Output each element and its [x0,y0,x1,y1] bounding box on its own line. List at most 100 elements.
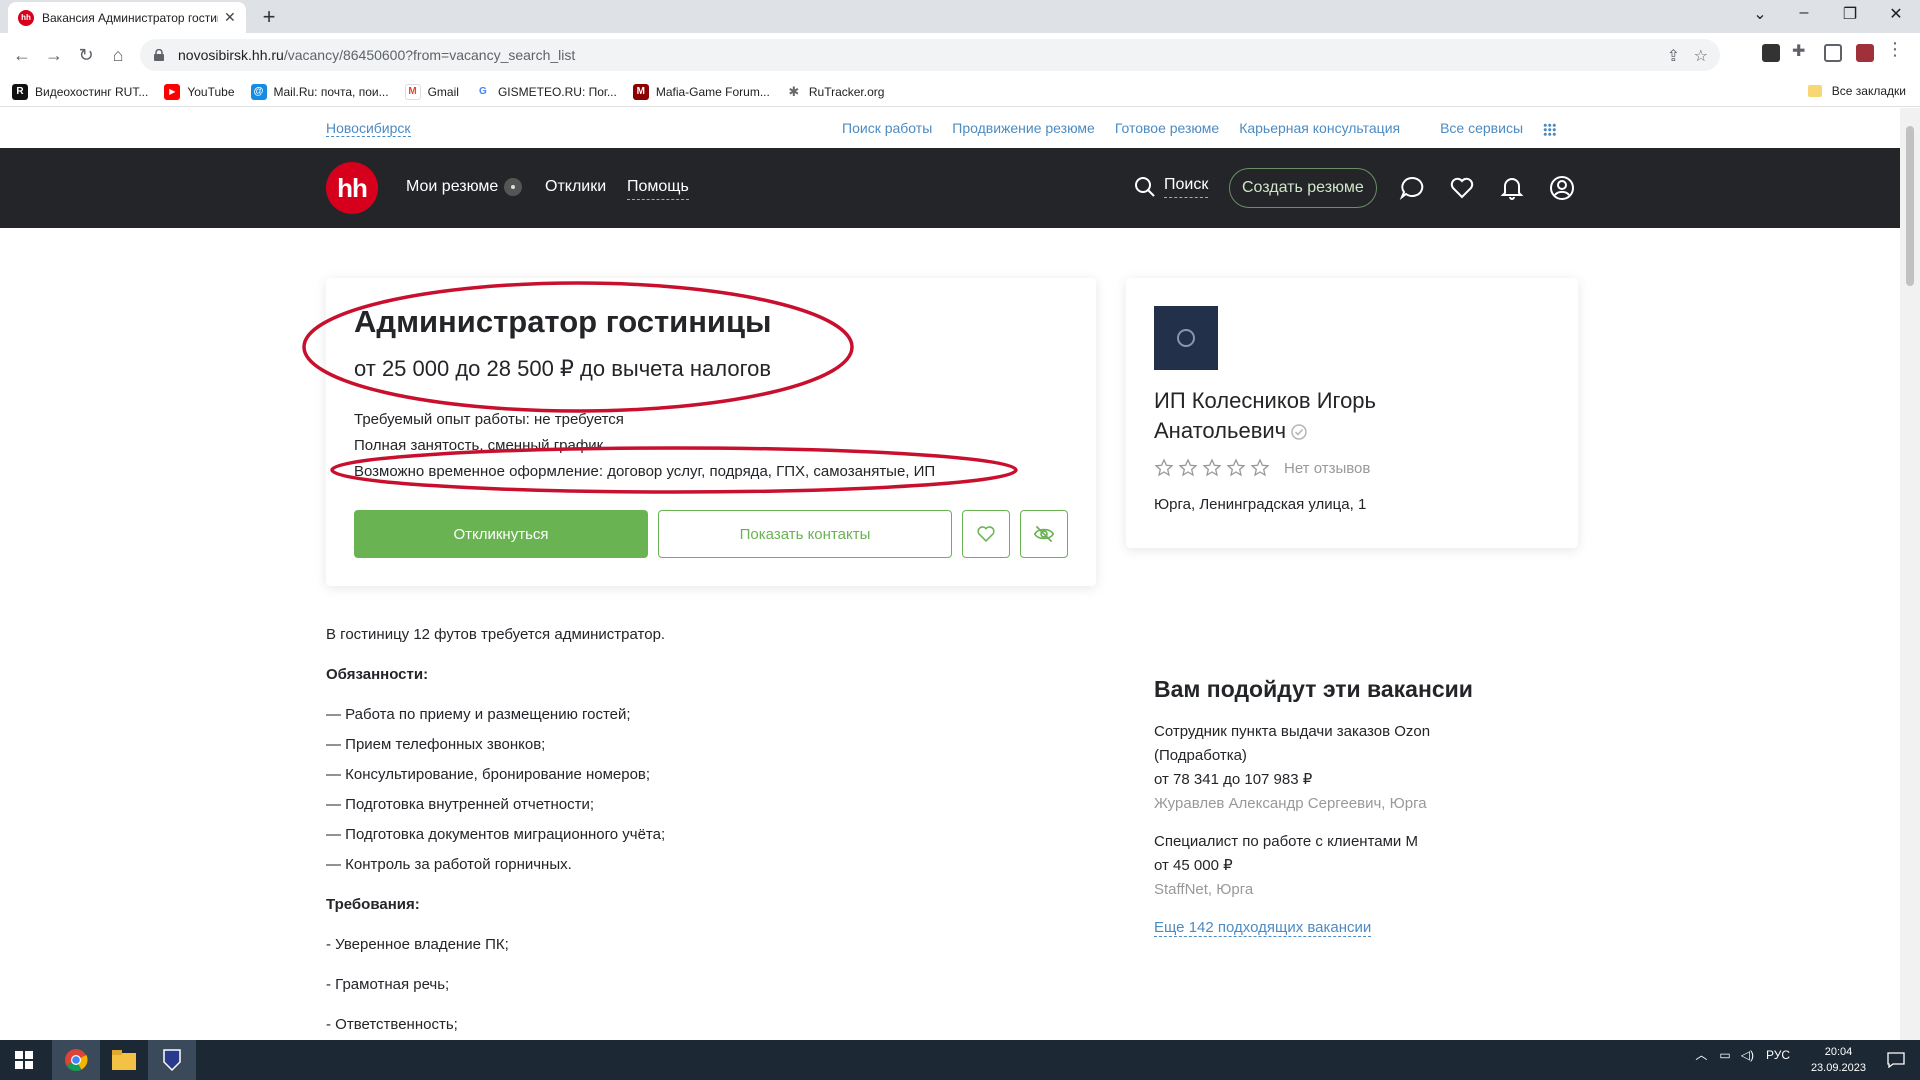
similar-vacancy-title-cont[interactable]: (Подработка) [1154,744,1247,768]
home-icon[interactable]: ⌂ [106,43,130,67]
tab-search-icon[interactable]: ⌄ [1740,4,1780,24]
bookmark-gismeteo[interactable]: G GISMETEO.RU: Пог... [474,83,617,100]
show-contacts-button[interactable]: Показать контакты [658,510,952,558]
extension-icon[interactable] [1762,44,1780,62]
city-selector[interactable]: Новосибирск [326,120,411,137]
similar-vacancy-company: Журавлев Александр Сергеевич, Юрга [1154,795,1427,812]
forward-icon[interactable]: → [42,43,66,67]
network-icon[interactable]: ▭ [1719,1048,1730,1062]
rutube-icon: R [12,83,28,100]
employer-logo[interactable] [1154,306,1218,370]
star-icon [1250,458,1270,477]
services-links: Поиск работы Продвижение резюме Готовое … [822,120,1556,136]
heart-icon[interactable] [1449,175,1475,201]
similar-vacancy-title[interactable]: Специалист по работе с клиентами М [1154,830,1418,854]
similar-vacancy-title[interactable]: Сотрудник пункта выдачи заказов Ozon [1154,720,1430,744]
rutracker-icon: ✱ [785,83,802,100]
vacancy-card: Администратор гостиницы от 25 000 до 28 … [326,278,1096,586]
profile-avatar[interactable] [1856,44,1874,62]
nav-responses[interactable]: Отклики [545,178,606,196]
search-icon [1135,177,1155,197]
favorite-button[interactable] [962,510,1010,558]
rating-stars: Нет отзывов [1154,458,1370,478]
eye-off-icon [1033,525,1055,543]
tab-title: Вакансия Администратор гостини [42,10,218,25]
employer-name[interactable]: ИП Колесников Игорь Анатольевич [1154,386,1544,446]
similar-title: Вам подойдут эти вакансии [1154,676,1473,702]
chat-icon[interactable] [1399,175,1425,201]
close-icon[interactable]: ✕ [224,9,236,26]
description-intro: В гостиницу 12 футов требуется администр… [326,626,666,643]
nav-help[interactable]: Помощь [627,178,689,200]
link-resume-promotion[interactable]: Продвижение резюме [952,120,1095,136]
all-bookmarks[interactable]: Все закладки [1807,84,1906,98]
duty-item: — Консультирование, бронирование номеров… [326,766,651,783]
link-job-search[interactable]: Поиск работы [842,120,932,136]
url-host: novosibirsk.hh.ru [178,47,284,63]
bell-icon[interactable] [1499,175,1525,201]
grid-icon [1543,122,1556,136]
vacancy-title: Администратор гостиницы [354,304,772,339]
bookmark-mailru[interactable]: @ Mail.Ru: почта, пои... [250,83,389,100]
clock[interactable]: 20:04 23.09.2023 [1811,1044,1866,1076]
address-bar[interactable]: novosibirsk.hh.ru/vacancy/86450600?from=… [140,39,1720,71]
clock-date: 23.09.2023 [1810,1062,1866,1074]
reload-icon[interactable]: ↻ [74,43,98,67]
link-ready-resume[interactable]: Готовое резюме [1115,120,1219,136]
vacancy-temporary: Возможно временное оформление: договор у… [354,463,936,480]
clock-time: 20:04 [1824,1046,1853,1058]
share-icon[interactable]: ⇪ [1667,46,1680,66]
vacancy-salary: от 25 000 до 28 500 ₽ до вычета налогов [354,356,772,381]
more-vacancies-link[interactable]: Еще 142 подходящих вакансии [1154,916,1372,940]
explorer-taskbar-button[interactable] [100,1040,148,1080]
app-taskbar-button[interactable] [148,1040,196,1080]
vacancy-employment: Полная занятость, сменный график [354,437,604,454]
youtube-icon: ▶ [164,83,181,100]
notification-icon [1887,1052,1905,1068]
resume-status-icon [504,178,523,196]
bookmark-rutube[interactable]: R Видеохостинг RUT... [12,83,148,100]
bookmark-mafia[interactable]: M Mafia-Game Forum... [632,83,770,100]
url-path: /vacancy/86450600?from=vacancy_search_li… [283,47,576,63]
apply-button[interactable]: Откликнуться [354,510,648,558]
side-panel-icon[interactable] [1824,44,1842,62]
close-window-button[interactable]: ✕ [1876,4,1916,24]
link-career-consulting[interactable]: Карьерная консультация [1239,120,1400,136]
bookmark-gmail[interactable]: M Gmail [404,83,459,100]
page-viewport: Новосибирск Поиск работы Продвижение рез… [0,108,1920,1040]
chevron-up-icon[interactable]: ︿ [1695,1046,1707,1063]
hh-logo[interactable]: hh [326,162,378,214]
browser-tab[interactable]: hh Вакансия Администратор гостини ✕ [8,2,246,33]
header-search[interactable]: Поиск [1134,176,1209,198]
star-icon [1154,458,1174,477]
link-all-services[interactable]: Все сервисы [1420,120,1556,136]
menu-icon[interactable]: ⋮ [1886,39,1904,59]
notifications-button[interactable] [1872,1040,1920,1080]
similar-vacancy-company: StaffNet, Юрга [1154,881,1254,898]
bookmark-rutracker[interactable]: ✱ RuTracker.org [785,83,884,100]
language-indicator[interactable]: РУС [1766,1048,1790,1062]
reviews-count[interactable]: Нет отзывов [1284,460,1370,477]
restore-button[interactable]: ❐ [1830,4,1870,24]
hide-vacancy-button[interactable] [1020,510,1068,558]
star-icon [1202,458,1222,477]
chrome-taskbar-button[interactable] [52,1040,100,1080]
volume-icon[interactable]: ◁) [1741,1048,1754,1062]
profile-icon[interactable] [1549,175,1575,201]
gmail-icon: M [404,83,421,100]
page-scrollbar[interactable] [1900,108,1920,1040]
back-icon[interactable]: ← [10,43,34,67]
start-button[interactable] [0,1040,48,1080]
duty-item: — Подготовка документов миграционного уч… [326,826,666,843]
duty-item: — Контроль за работой горничных. [326,856,572,873]
new-tab-button[interactable]: + [256,5,282,31]
bookmark-star-icon[interactable]: ☆ [1694,46,1708,66]
minimize-button[interactable]: – [1784,4,1824,22]
nav-my-resumes[interactable]: Мои резюме [406,178,523,196]
scroll-thumb[interactable] [1906,126,1914,286]
bookmark-youtube[interactable]: ▶ YouTube [164,83,235,100]
puzzle-icon[interactable]: ✚ [1792,41,1810,60]
gismeteo-icon: G [474,83,491,100]
create-resume-button[interactable]: Создать резюме [1229,168,1377,208]
windows-taskbar: ︿ ▭ ◁) РУС 20:04 23.09.2023 [0,1040,1920,1080]
